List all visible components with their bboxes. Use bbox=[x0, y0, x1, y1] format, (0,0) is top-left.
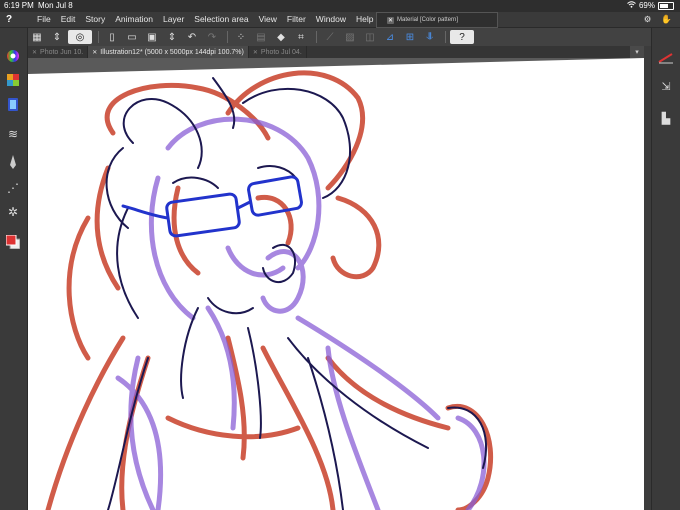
wifi-icon bbox=[627, 1, 636, 10]
menu-layer[interactable]: Layer bbox=[158, 14, 189, 24]
menu-window[interactable]: Window bbox=[311, 14, 351, 24]
snap-to-grid-icon[interactable]: ⊞ bbox=[401, 30, 419, 44]
menu-items: File Edit Story Animation Layer Selectio… bbox=[32, 14, 379, 24]
transform-icon[interactable]: ⁘ bbox=[232, 30, 250, 44]
tab-label: Photo Jun 10. bbox=[40, 48, 84, 56]
snap-to-special-ruler-icon[interactable]: ⥥ bbox=[421, 30, 439, 44]
command-bar: ▦ ⇕ ◎ ▯ ▭ ▣ ⇕ ↶ ↷ ⁘ ▤ ◆ ⌗ ⟋ ▨ ◫ ⊿ ⊞ ⥥ ? bbox=[28, 28, 668, 46]
color-slider-icon[interactable] bbox=[5, 96, 21, 112]
menu-edit[interactable]: Edit bbox=[56, 14, 81, 24]
eraser-icon[interactable]: ◆ bbox=[272, 30, 290, 44]
open-file-icon[interactable]: ▭ bbox=[123, 30, 141, 44]
status-time: 6:19 PM bbox=[4, 1, 34, 10]
status-date: Mon Jul 8 bbox=[38, 1, 73, 10]
document-tab-bar: ✕ Photo Jun 10. ✕ Illustration12* (5000 … bbox=[28, 46, 644, 58]
snap-to-ruler-icon[interactable]: ⊿ bbox=[381, 30, 399, 44]
navigator-icon[interactable]: ▙ bbox=[658, 110, 674, 126]
tab-label: Photo Jul 04. bbox=[260, 48, 302, 56]
menu-file[interactable]: File bbox=[32, 14, 56, 24]
new-file-icon[interactable]: ▯ bbox=[103, 30, 121, 44]
main-sub-color-icon[interactable] bbox=[5, 234, 21, 250]
layer-icon[interactable]: ≋ bbox=[5, 126, 21, 142]
right-palette-column: ⇲ ▙ bbox=[651, 28, 680, 510]
hand-icon[interactable]: ✋ bbox=[661, 14, 672, 25]
stepper-icon[interactable]: ⇕ bbox=[163, 30, 181, 44]
help-icon[interactable]: ? bbox=[450, 30, 474, 44]
material-palette-title: Material [Color pattern] bbox=[397, 17, 459, 23]
tool-column: ≋ ⋰ ✲ bbox=[0, 28, 28, 510]
close-icon[interactable]: ✕ bbox=[387, 16, 394, 24]
save-icon[interactable]: ▣ bbox=[143, 30, 161, 44]
canvas-area[interactable] bbox=[28, 58, 644, 510]
menu-selection-area[interactable]: Selection area bbox=[189, 14, 253, 24]
tab-illustration12[interactable]: ✕ Illustration12* (5000 x 5000px 144dpi … bbox=[88, 46, 249, 58]
battery-percent: 69% bbox=[638, 1, 655, 10]
close-icon[interactable]: ✕ bbox=[92, 49, 97, 56]
menu-help[interactable]: Help bbox=[351, 14, 378, 24]
menu-bar: ? File Edit Story Animation Layer Select… bbox=[0, 12, 680, 28]
color-wheel-icon[interactable] bbox=[5, 48, 21, 64]
crop-icon[interactable]: ⌗ bbox=[292, 30, 310, 44]
material-palette-tab[interactable]: ✕ Material [Color pattern] bbox=[376, 12, 498, 28]
menu-animation[interactable]: Animation bbox=[110, 14, 158, 24]
sub-view-icon[interactable]: ⇲ bbox=[658, 78, 674, 94]
close-icon[interactable]: ✕ bbox=[32, 49, 37, 56]
pen-tool-icon[interactable] bbox=[658, 50, 674, 66]
tool-settings-icon[interactable]: ✲ bbox=[5, 204, 21, 220]
grid-menu-icon[interactable]: ▦ bbox=[28, 30, 46, 44]
menu-story[interactable]: Story bbox=[80, 14, 110, 24]
redo-icon[interactable]: ↷ bbox=[203, 30, 221, 44]
settings-icon[interactable]: ⚙ bbox=[644, 14, 652, 25]
color-set-icon[interactable] bbox=[5, 72, 21, 88]
tab-photo-jul[interactable]: ✕ Photo Jul 04. bbox=[249, 46, 307, 58]
tab-photo-jun[interactable]: ✕ Photo Jun 10. bbox=[28, 46, 89, 58]
ruler-icon[interactable]: ⟋ bbox=[321, 30, 339, 44]
fill-icon[interactable]: ▤ bbox=[252, 30, 270, 44]
tab-list-dropdown-icon[interactable]: ▾ bbox=[630, 46, 644, 58]
spiral-logo-icon[interactable]: ◎ bbox=[68, 30, 92, 44]
tab-label: Illustration12* (5000 x 5000px 144dpi 10… bbox=[100, 48, 244, 56]
pen-subtool-icon[interactable] bbox=[5, 154, 21, 170]
up-arrow-icon[interactable]: ⇕ bbox=[48, 30, 66, 44]
menu-view[interactable]: View bbox=[254, 14, 282, 24]
close-icon[interactable]: ✕ bbox=[253, 49, 258, 56]
perspective-icon[interactable]: ◫ bbox=[361, 30, 379, 44]
ios-status-bar: 6:19 PM Mon Jul 8 69% bbox=[0, 0, 680, 12]
undo-icon[interactable]: ↶ bbox=[183, 30, 201, 44]
selection-tool-icon[interactable]: ⋰ bbox=[5, 180, 21, 196]
canvas-sheet[interactable] bbox=[28, 58, 644, 510]
app-logo-icon[interactable]: ? bbox=[6, 14, 12, 25]
menu-filter[interactable]: Filter bbox=[282, 14, 311, 24]
battery-icon bbox=[658, 1, 674, 10]
snap-icon[interactable]: ▨ bbox=[341, 30, 359, 44]
